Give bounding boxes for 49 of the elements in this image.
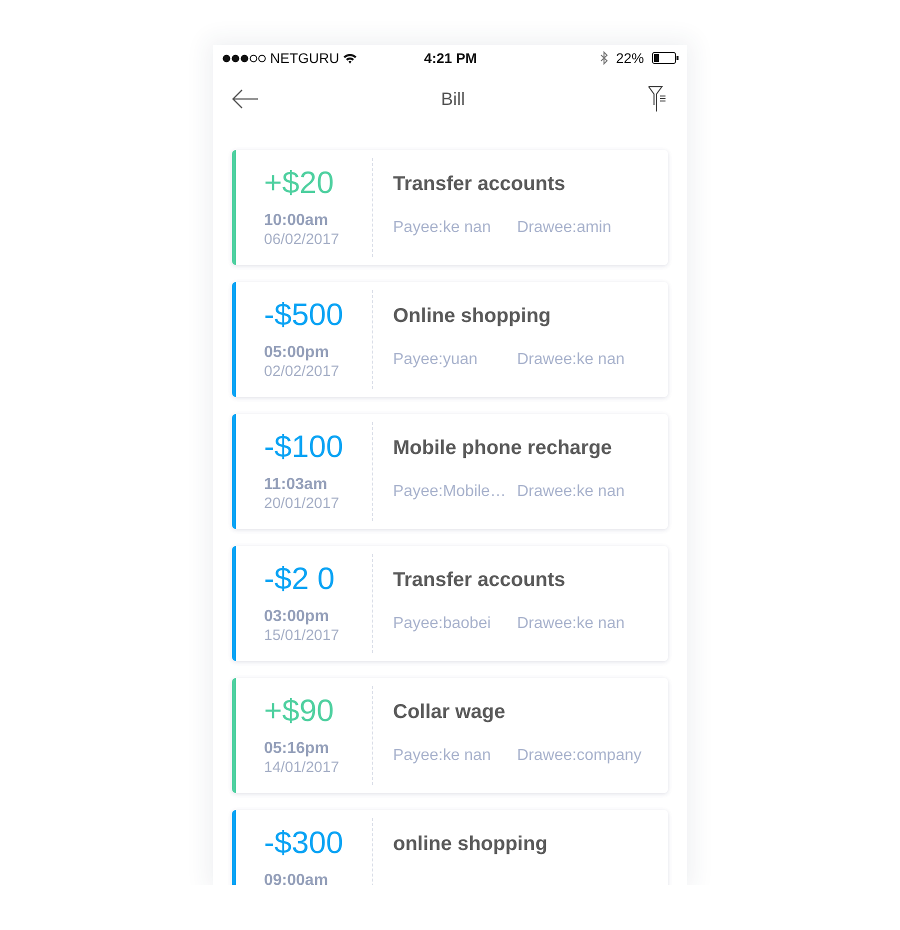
wifi-icon [343,52,358,64]
payee-text: Payee:baobei [393,614,492,634]
bill-time: 09:00am [264,871,330,885]
drawee-text: Drawee:company [517,746,642,766]
drawee-text: Drawee:ke nan [517,482,625,502]
bill-time: 03:00pm [264,607,330,626]
bill-amount: -$500 [264,297,344,333]
bill-amount: -$2 0 [264,561,336,597]
payee-text: Payee:yuan [393,350,479,370]
bill-title: Mobile phone recharge [393,436,613,461]
payee-text: Payee:Mobile… [393,482,507,502]
bill-title: Transfer accounts [393,172,566,197]
bill-card[interactable]: +$20 10:00am 06/02/2017 Transfer accounts Payee:ke nan Drawee:amin [232,150,668,265]
payee-text: Payee:ke nan [393,218,492,238]
bill-date: 02/02/2017 [264,362,340,381]
bill-title: Transfer accounts [393,568,566,593]
bill-date: 14/01/2017 [264,758,340,777]
status-time: 4:21 PM [424,48,477,68]
battery-percentage: 22% [616,48,644,68]
bill-amount: +$90 [264,693,335,729]
battery-icon [652,52,679,64]
signal-strength-icon [222,54,266,62]
bill-card[interactable]: -$2 0 03:00pm 15/01/2017 Transfer accounts Payee:baobei Drawee:ke nan [232,546,668,661]
bill-card[interactable]: -$100 11:03am 20/01/2017 Mobile phone recharge Payee:Mobile… Drawee:ke nan [232,414,668,529]
bill-title: online shopping [393,832,548,857]
bill-time: 05:00pm [264,343,330,362]
bill-title: Online shopping [393,304,552,329]
drawee-text: Drawee:amin [517,218,612,238]
carrier-name: NETGURU [270,48,340,68]
bill-amount: -$300 [264,825,344,861]
bill-card[interactable]: +$90 05:16pm 14/01/2017 Collar wage Payee:ke nan Drawee:company [232,678,668,793]
bill-card[interactable]: -$500 05:00pm 02/02/2017 Online shopping Payee:yuan Drawee:ke nan [232,282,668,397]
bill-title: Collar wage [393,700,506,725]
bill-amount: -$100 [264,429,344,465]
page-title: Bill [440,88,465,110]
bill-amount: +$20 [264,165,335,201]
payee-text: Payee:ke nan [393,746,492,766]
filter-icon[interactable] [648,86,668,112]
bill-date: 06/02/2017 [264,230,340,249]
bill-time: 10:00am [264,211,330,230]
bill-card[interactable]: -$300 09:00am online shopping [232,810,668,885]
bill-date: 15/01/2017 [264,626,340,645]
back-arrow-icon[interactable] [232,89,258,109]
bluetooth-icon [600,51,608,65]
bill-time: 11:03am [264,475,328,494]
drawee-text: Drawee:ke nan [517,350,625,370]
drawee-text: Drawee:ke nan [517,614,625,634]
bill-date: 20/01/2017 [264,494,340,513]
bill-time: 05:16pm [264,739,330,758]
